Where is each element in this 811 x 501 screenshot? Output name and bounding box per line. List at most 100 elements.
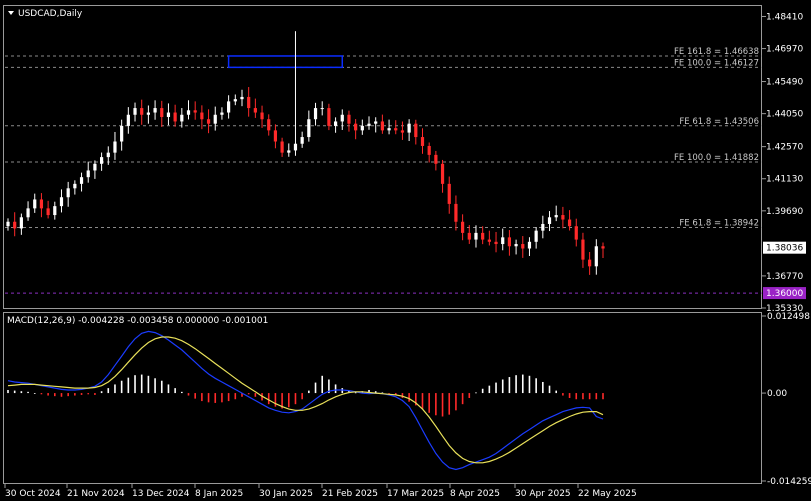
candle-body — [213, 114, 217, 124]
candle-body — [126, 114, 130, 126]
y-tick-label: 1.44050 — [766, 110, 803, 120]
candle — [333, 117, 338, 133]
candle-body — [13, 221, 17, 229]
candle — [59, 189, 64, 213]
histogram-bar — [521, 374, 524, 394]
histogram-bar — [568, 393, 571, 399]
candle — [193, 101, 197, 120]
candle-body — [180, 114, 184, 122]
candle-body — [33, 199, 37, 209]
candle-body — [487, 239, 491, 242]
histogram-bar — [501, 379, 504, 394]
x-tick-label: 13 Dec 2024 — [132, 489, 190, 499]
candle — [113, 131, 117, 160]
candle-body — [394, 128, 398, 131]
candle — [507, 230, 512, 256]
histogram-bar — [308, 390, 310, 394]
histogram-bar — [181, 391, 183, 394]
candle-body — [140, 108, 144, 115]
candle-body — [447, 183, 451, 204]
candle-body — [247, 96, 251, 109]
candle — [414, 119, 418, 145]
macd-tick-label: 0.00 — [767, 389, 787, 399]
candle-body — [574, 226, 578, 240]
time-axis: 30 Oct 2024 21 Nov 2024 13 Dec 2024 8 Jan 2… — [4, 484, 637, 499]
x-tick-label: 30 Oct 2024 — [5, 489, 61, 499]
histogram-bar — [435, 393, 437, 416]
histogram-bar — [74, 393, 76, 396]
histogram-bar — [120, 380, 123, 394]
candle-body — [440, 163, 445, 184]
histogram-bar — [254, 393, 257, 397]
candle — [120, 119, 124, 151]
candle — [447, 176, 451, 214]
candle-body — [240, 96, 244, 100]
candle — [514, 239, 518, 255]
histogram-bar — [582, 393, 584, 400]
candle — [280, 137, 284, 157]
histogram-bar — [441, 393, 444, 417]
histogram-bar — [227, 393, 230, 402]
candle — [427, 142, 431, 163]
signal-line — [7, 336, 604, 464]
candle-body — [120, 125, 124, 142]
macd-indicator — [7, 330, 604, 471]
histogram-bar — [408, 393, 410, 402]
candle-body — [561, 215, 565, 220]
candle — [320, 101, 324, 116]
y-tick-label: 1.41130 — [766, 175, 803, 185]
histogram-bar — [334, 384, 337, 394]
candle — [39, 193, 44, 218]
candle — [166, 103, 171, 126]
x-tick-label: 30 Apr 2025 — [515, 489, 571, 499]
histogram-bar — [234, 393, 237, 400]
candle — [501, 228, 505, 251]
candle — [487, 230, 491, 246]
histogram-bar — [187, 393, 190, 396]
x-tick-label: 17 Mar 2025 — [387, 489, 444, 499]
histogram-bar — [214, 393, 217, 403]
histogram-bar — [548, 385, 551, 394]
candle — [133, 102, 137, 122]
menu-triangle-icon[interactable] — [8, 11, 14, 15]
candle-body — [300, 137, 304, 144]
candle-body — [166, 112, 171, 117]
histogram-bar — [154, 378, 156, 394]
histogram-bar — [221, 393, 223, 403]
candle — [534, 227, 538, 249]
candle-body — [260, 112, 264, 120]
candle-body — [454, 203, 458, 222]
candle-body — [374, 121, 378, 124]
candle — [200, 105, 204, 130]
histogram-bar — [508, 377, 511, 394]
candle — [588, 251, 592, 275]
candle — [26, 201, 30, 221]
macd-pane — [3, 312, 762, 484]
candle — [220, 107, 224, 120]
candle — [53, 201, 57, 220]
candle-body — [153, 108, 157, 113]
candle-body — [133, 108, 137, 115]
fib-level-label: FE 61.8 = 1.38942 — [679, 218, 759, 228]
candle — [86, 161, 90, 183]
x-tick-label: 22 May 2025 — [578, 489, 637, 499]
candle-body — [474, 232, 478, 240]
histogram-bar — [53, 393, 56, 397]
histogram-bar — [107, 388, 110, 394]
fibonacci-levels: FE 161.8 = 1.46638FE 100.0 = 1.46127 FE 6… — [5, 47, 762, 228]
candle-body — [380, 121, 384, 131]
candle-body — [414, 123, 418, 138]
candle-body — [594, 246, 598, 267]
candle-body — [434, 154, 438, 164]
x-tick-label: 8 Apr 2025 — [450, 489, 500, 499]
candle-body — [461, 221, 465, 233]
candle-body — [367, 123, 371, 126]
candle-body — [427, 145, 431, 155]
candle-body — [287, 150, 291, 153]
histogram-bar — [542, 381, 544, 394]
candle — [146, 105, 150, 124]
histogram-bar — [602, 393, 604, 400]
histogram-bar — [555, 390, 558, 394]
candle-body — [494, 241, 498, 245]
candle-body — [554, 215, 558, 218]
